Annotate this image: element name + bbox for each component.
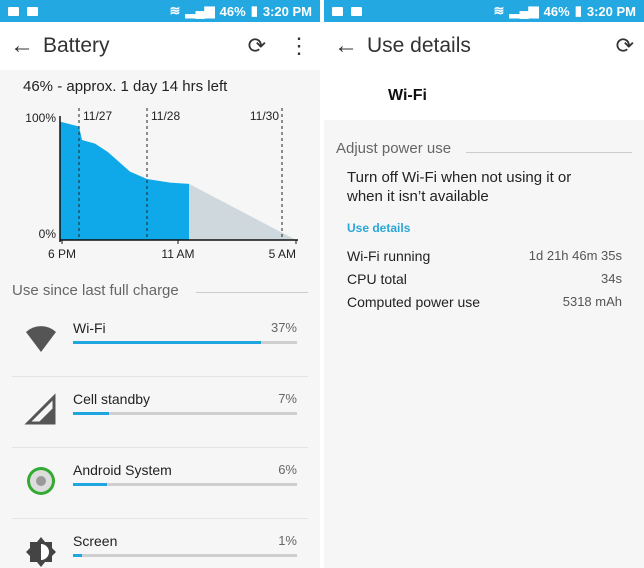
detail-row: Computed power use 5318 mAh [347, 294, 622, 310]
page-title: Battery [43, 34, 110, 57]
battery-summary: 46% - approx. 1 day 14 hrs left [23, 78, 228, 95]
section-title: Use since last full charge [12, 282, 179, 299]
detail-label: Computed power use [347, 294, 481, 310]
power-tip[interactable]: Turn off Wi-Fi when not using it or when… [347, 168, 607, 206]
android-system-icon [27, 467, 55, 495]
detail-value: 5318 mAh [562, 294, 622, 309]
usage-percent: 1% [278, 533, 297, 548]
app-name: Wi-Fi [388, 87, 427, 104]
detail-label: Wi-Fi running [347, 248, 431, 264]
usage-bar-fill [73, 554, 82, 557]
usage-label: Screen [73, 533, 118, 549]
usage-bar [73, 412, 297, 415]
usage-label: Cell standby [73, 391, 151, 407]
clock: 3:20 PM [586, 3, 636, 19]
usage-bar [73, 341, 297, 344]
battery-icon: ▮ [250, 3, 258, 18]
detail-row: Wi-Fi running 1d 21h 46m 35s [347, 248, 622, 264]
usage-bar-fill [73, 412, 109, 415]
use-details-screen: ≋ ▂▄▆ 46% ▮ 3:20 PM ← Use details ⟳ Wi-Fi Ad… [324, 0, 644, 568]
signal-icon: ▂▄▆ [185, 3, 215, 18]
gallery-notification-icon [332, 6, 343, 16]
date-marker-label: 11/28 [151, 109, 180, 123]
gallery-notification-icon [8, 6, 19, 16]
usage-item[interactable]: Wi-Fi 37% [12, 306, 308, 377]
more-options-icon[interactable]: ⋮ [288, 33, 310, 59]
battery-screen: ≋ ▂▄▆ 46% ▮ 3:20 PM ← Battery ⟳ ⋮ 46% - appro… [0, 0, 320, 568]
battery-icon: ▮ [574, 3, 582, 18]
battery-percent: 46% [219, 3, 246, 19]
usage-item[interactable]: Screen 1% [12, 519, 308, 568]
usage-label: Android System [73, 462, 172, 478]
detail-value: 1d 21h 46m 35s [528, 248, 622, 263]
briefcase-notification-icon [351, 6, 362, 16]
refresh-icon[interactable]: ⟳ [616, 33, 634, 59]
usage-item[interactable]: Android System 6% [12, 448, 308, 519]
app-bar: ← Battery ⟳ ⋮ [0, 22, 320, 70]
x-tick-label: 6 PM [48, 247, 76, 261]
usage-bar [73, 483, 297, 486]
wifi-status-icon: ≋ [493, 3, 505, 18]
status-bar: ≋ ▂▄▆ 46% ▮ 3:20 PM [324, 0, 644, 22]
clock: 3:20 PM [262, 3, 312, 19]
refresh-icon[interactable]: ⟳ [248, 33, 266, 59]
detail-label: CPU total [347, 271, 407, 287]
divider [466, 152, 632, 153]
wifi-icon [26, 326, 56, 352]
usage-percent: 6% [278, 462, 297, 477]
y-tick-label: 0% [39, 227, 57, 241]
back-arrow-icon[interactable]: ← [334, 32, 367, 60]
x-tick-label: 11 AM [161, 247, 194, 261]
usage-label: Wi-Fi [73, 320, 106, 336]
divider [196, 292, 308, 293]
battery-percent: 46% [543, 3, 570, 19]
status-bar: ≋ ▂▄▆ 46% ▮ 3:20 PM [0, 0, 320, 22]
usage-percent: 37% [270, 320, 297, 335]
usage-item[interactable]: Cell standby 7% [12, 377, 308, 448]
date-marker-label: 11/30 [250, 109, 279, 123]
usage-bar [73, 554, 297, 557]
details-header: Use details [347, 221, 411, 235]
app-bar: ← Use details ⟳ [324, 22, 644, 70]
section-title: Adjust power use [336, 140, 452, 157]
signal-icon: ▂▄▆ [509, 3, 539, 18]
detail-row: CPU total 34s [347, 271, 622, 287]
wifi-status-icon: ≋ [169, 3, 181, 18]
usage-percent: 7% [278, 391, 297, 406]
prediction-area [189, 183, 296, 240]
cell-signal-icon [24, 393, 56, 425]
battery-chart: 11/27 11/28 11/30 100% 0% 6 PM 11 AM 5 AM [25, 108, 298, 261]
y-tick-label: 100% [25, 111, 56, 125]
usage-bar-fill [73, 341, 262, 344]
detail-value: 34s [601, 271, 622, 286]
page-title: Use details [367, 34, 471, 57]
back-arrow-icon[interactable]: ← [10, 32, 43, 60]
x-tick-label: 5 AM [269, 247, 296, 261]
app-header: Wi-Fi [324, 70, 644, 120]
briefcase-notification-icon [27, 6, 38, 16]
date-marker-label: 11/27 [83, 109, 112, 123]
brightness-icon [26, 537, 56, 567]
usage-bar-fill [73, 483, 107, 486]
